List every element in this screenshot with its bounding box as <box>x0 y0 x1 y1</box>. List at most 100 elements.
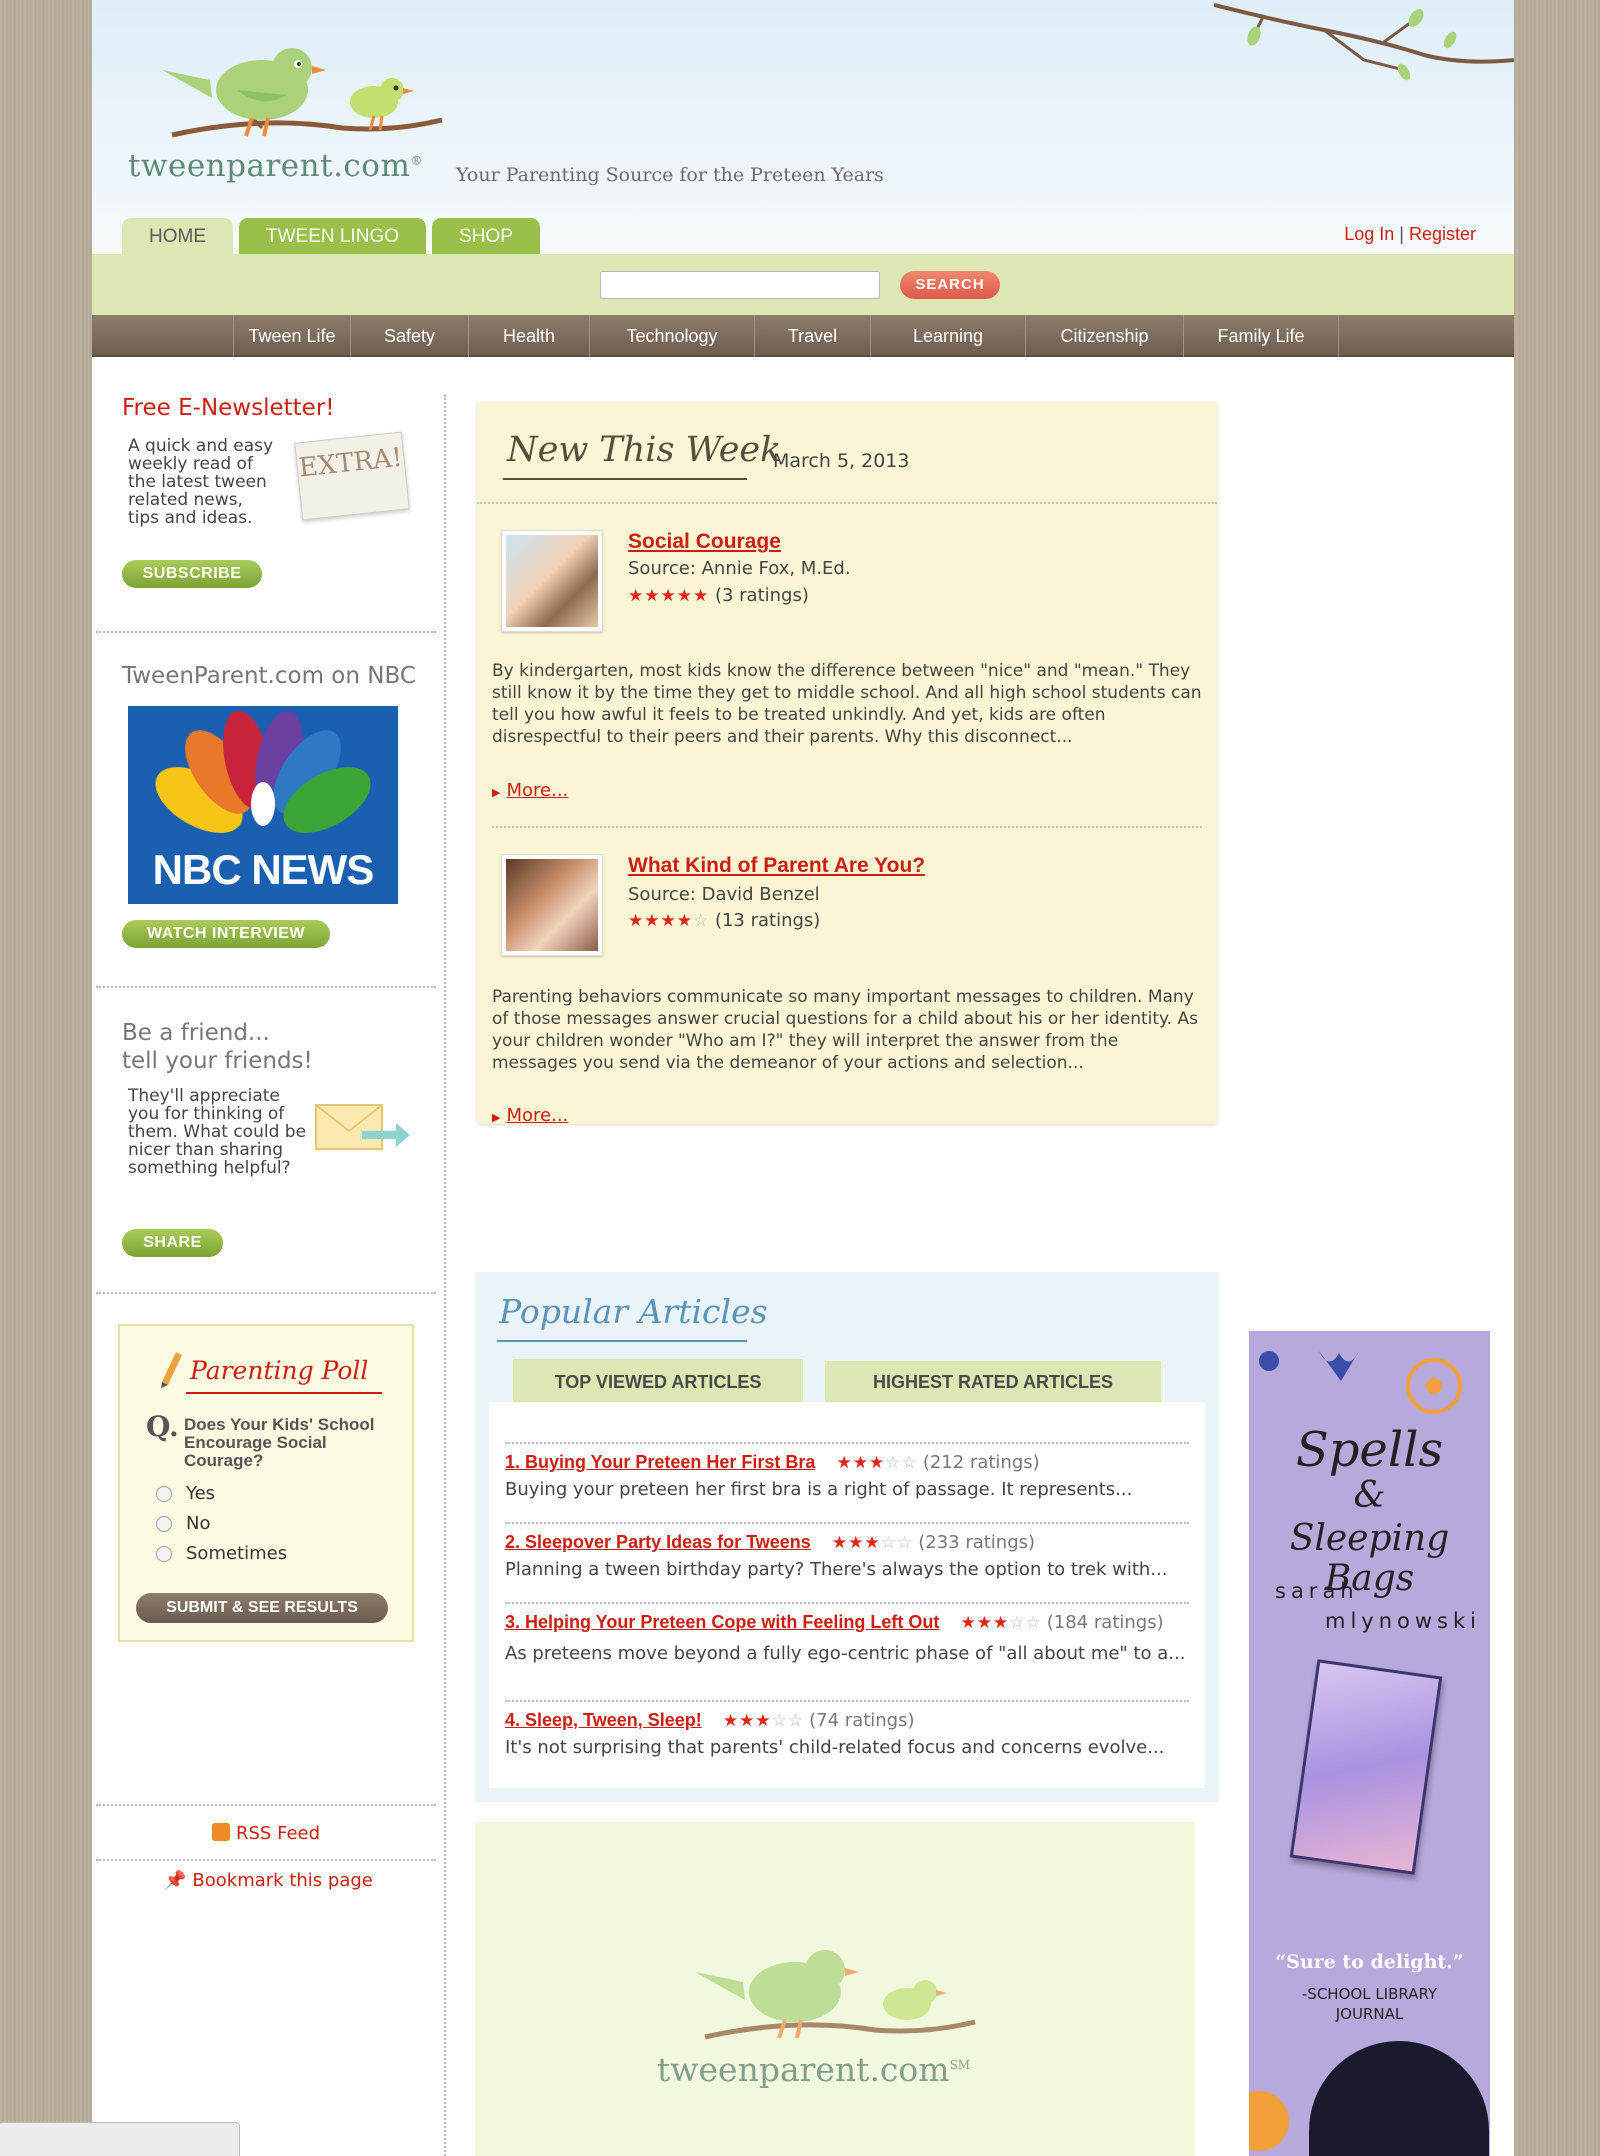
popular-article-link[interactable]: 3. Helping Your Preteen Cope with Feelin… <box>505 1612 939 1632</box>
poll-option-label: Yes <box>186 1483 216 1504</box>
site-logo-text[interactable]: tweenparent.com® <box>128 148 423 184</box>
list-item: 1. Buying Your Preteen Her First Bra ★★★… <box>505 1452 1189 1500</box>
rss-icon <box>212 1823 230 1841</box>
ad-title-line1: Spells <box>1295 1422 1444 1478</box>
nbc-news-image[interactable]: NBC NEWS <box>128 706 398 904</box>
star-rating-icon: ★★★★☆ <box>628 911 710 931</box>
column-divider <box>444 395 446 2156</box>
new-this-week-date: March 5, 2013 <box>773 450 910 472</box>
ad-quote-source-line1: -SCHOOL LIBRARY <box>1301 1985 1438 2003</box>
newsletter-text: A quick and easy weekly read of the late… <box>128 436 274 528</box>
poll-option-label: No <box>186 1513 211 1534</box>
radio-button[interactable] <box>156 1486 172 1502</box>
popular-articles-list: 1. Buying Your Preteen Her First Bra ★★★… <box>489 1402 1205 1788</box>
ad-author-line2: mlynowski <box>1325 1609 1481 1633</box>
promo-logo-text: tweenparent.comSM <box>657 2050 970 2089</box>
popular-article-excerpt: It's not surprising that parents' child-… <box>505 1737 1165 1758</box>
auth-separator: | <box>1399 224 1404 244</box>
branch-decoration-icon <box>1214 3 1514 81</box>
birds-logo-icon[interactable] <box>142 40 462 150</box>
login-link[interactable]: Log In <box>1344 224 1394 244</box>
main-tabs: HOME TWEEN LINGO SHOP <box>122 218 540 254</box>
pin-icon: 📌 <box>164 1870 187 1891</box>
article-thumbnail[interactable] <box>501 854 603 956</box>
poll-title: Parenting Poll <box>190 1356 369 1385</box>
star-rating-icon: ★★★☆☆ <box>836 1453 918 1473</box>
register-link[interactable]: Register <box>1409 224 1476 244</box>
poll-option-yes[interactable]: Yes <box>156 1483 215 1504</box>
ratings-count: (212 ratings) <box>922 1452 1040 1473</box>
article-thumbnail[interactable] <box>501 530 603 632</box>
nav-item-technology[interactable]: Technology <box>590 315 755 357</box>
list-divider <box>505 1442 1189 1444</box>
arrow-right-icon: ▶ <box>492 1111 501 1124</box>
tab-home[interactable]: HOME <box>122 218 233 254</box>
nav-item-safety[interactable]: Safety <box>351 315 469 357</box>
ratings-count: (3 ratings) <box>714 585 809 606</box>
rss-label: RSS Feed <box>236 1823 321 1844</box>
envelope-icon <box>315 1104 410 1150</box>
share-button[interactable]: SHARE <box>122 1229 223 1257</box>
nav-item-learning[interactable]: Learning <box>871 315 1026 357</box>
book-cover-image <box>1289 1659 1443 1875</box>
share-text: They'll appreciate you for thinking of t… <box>128 1086 307 1178</box>
nav-item-tween-life[interactable]: Tween Life <box>234 315 351 357</box>
subscribe-button[interactable]: SUBSCRIBE <box>122 560 262 588</box>
list-item: 2. Sleepover Party Ideas for Tweens ★★★☆… <box>505 1532 1189 1580</box>
title-underline <box>503 478 747 480</box>
poll-submit-button[interactable]: SUBMIT & SEE RESULTS <box>136 1593 388 1623</box>
tab-shop[interactable]: SHOP <box>432 218 540 254</box>
popular-article-link[interactable]: 4. Sleep, Tween, Sleep! <box>505 1710 702 1730</box>
tab-top-viewed[interactable]: TOP VIEWED ARTICLES <box>513 1359 803 1406</box>
popular-article-link[interactable]: 1. Buying Your Preteen Her First Bra <box>505 1452 815 1472</box>
article-excerpt: Parenting behaviors communicate so many … <box>492 987 1198 1073</box>
title-underline <box>497 1340 747 1342</box>
book-advertisement[interactable]: Spells & Sleeping Bags sarah mlynowski “… <box>1249 1331 1490 2156</box>
list-item: 3. Helping Your Preteen Cope with Feelin… <box>505 1612 1189 1664</box>
radio-button[interactable] <box>156 1516 172 1532</box>
star-rating-icon: ★★★★★ <box>628 586 710 606</box>
bookmark-link[interactable]: 📌 Bookmark this page <box>164 1870 373 1891</box>
article-title-link[interactable]: Social Courage <box>628 530 781 554</box>
category-nav: Tween Life Safety Health Technology Trav… <box>92 315 1514 357</box>
article-source: Source: Annie Fox, M.Ed. <box>628 558 851 579</box>
search-input[interactable] <box>600 271 880 299</box>
poll-option-sometimes[interactable]: Sometimes <box>156 1543 287 1564</box>
arrow-right-icon: ▶ <box>492 786 501 799</box>
parenting-poll: Parenting Poll Q. Does Your Kids' School… <box>118 1324 414 1642</box>
new-this-week-panel: New This Week March 5, 2013 Social Coura… <box>477 402 1217 1126</box>
tab-highest-rated[interactable]: HIGHEST RATED ARTICLES <box>825 1361 1161 1404</box>
newsletter-extra-icon: EXTRA! <box>294 431 410 521</box>
nav-item-family-life[interactable]: Family Life <box>1184 315 1339 357</box>
nav-item-travel[interactable]: Travel <box>755 315 871 357</box>
popular-article-excerpt: As preteens move beyond a fully ego-cent… <box>505 1643 1186 1664</box>
more-link[interactable]: ▶ More... <box>492 780 568 801</box>
promo-logo-label: tweenparent.com <box>657 2050 950 2089</box>
bookmark-label: Bookmark this page <box>192 1870 373 1891</box>
poll-option-no[interactable]: No <box>156 1513 210 1534</box>
list-item: 4. Sleep, Tween, Sleep! ★★★☆☆ (74 rating… <box>505 1710 1189 1758</box>
ad-author-line1: sarah <box>1275 1579 1359 1603</box>
article-title-link[interactable]: What Kind of Parent Are You? <box>628 854 925 878</box>
ratings-count: (184 ratings) <box>1046 1612 1164 1633</box>
promo-banner[interactable]: tweenparent.comSM <box>475 1822 1195 2156</box>
rss-feed-link[interactable]: RSS Feed <box>212 1823 320 1844</box>
article-rating: ★★★★☆ (13 ratings) <box>628 910 820 931</box>
nav-item-citizenship[interactable]: Citizenship <box>1026 315 1184 357</box>
search-button[interactable]: SEARCH <box>900 271 1000 299</box>
radio-button[interactable] <box>156 1546 172 1562</box>
popular-article-link[interactable]: 2. Sleepover Party Ideas for Tweens <box>505 1532 811 1552</box>
tab-tween-lingo[interactable]: TWEEN LINGO <box>239 218 427 254</box>
logo-text: tweenparent.com <box>128 148 411 184</box>
browser-status-tab <box>0 2122 240 2156</box>
poll-option-label: Sometimes <box>186 1543 288 1564</box>
watch-interview-button[interactable]: WATCH INTERVIEW <box>122 920 330 948</box>
ad-quote: “Sure to delight.” <box>1275 1951 1464 1973</box>
site-tagline: Your Parenting Source for the Preteen Ye… <box>456 164 884 186</box>
auth-links: Log In | Register <box>1344 224 1476 245</box>
more-label: More... <box>506 780 569 801</box>
nav-item-health[interactable]: Health <box>469 315 590 357</box>
more-label: More... <box>506 1105 569 1126</box>
nbc-title: TweenParent.com on NBC <box>122 663 416 689</box>
more-link[interactable]: ▶ More... <box>492 1105 568 1126</box>
